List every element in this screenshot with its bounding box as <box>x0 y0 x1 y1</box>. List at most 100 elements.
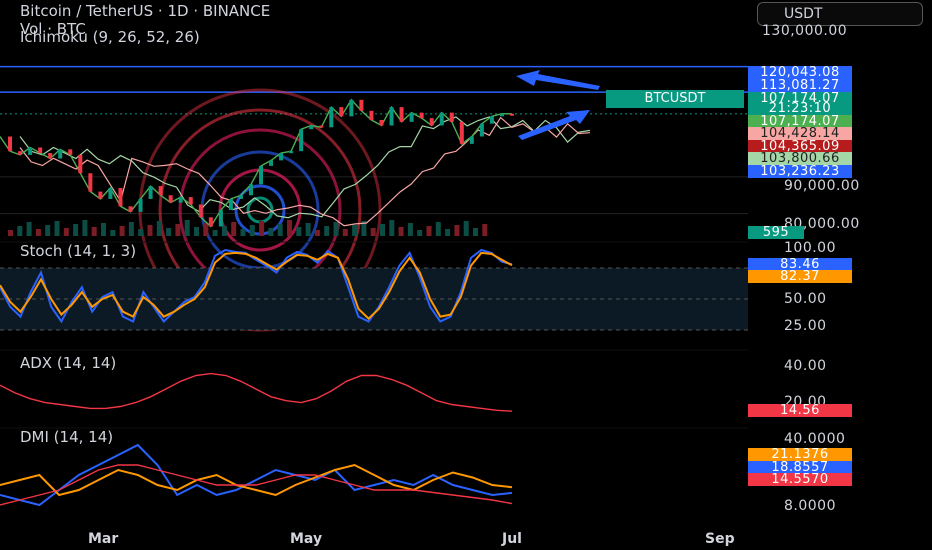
volume-bar <box>166 228 172 236</box>
candle <box>369 110 374 120</box>
volume-bar <box>82 220 88 236</box>
dmi-pane[interactable] <box>0 443 513 507</box>
volume-bar <box>156 221 162 236</box>
volume-bar <box>314 230 320 236</box>
adx-line <box>0 372 513 412</box>
stoch-label[interactable]: Stoch (14, 1, 3) <box>20 242 136 260</box>
candle <box>319 125 324 128</box>
volume-bar <box>445 229 451 236</box>
stoch-pane[interactable] <box>0 248 748 331</box>
candle <box>439 112 444 126</box>
chikou-line <box>0 98 513 228</box>
candle <box>259 165 264 185</box>
candle <box>108 187 113 199</box>
volume-bar <box>221 226 227 236</box>
candle <box>499 113 504 117</box>
adx-tick: 40.00 <box>784 358 827 374</box>
candle <box>188 197 193 205</box>
volume-bar <box>73 224 79 236</box>
candle <box>429 118 434 126</box>
candle <box>218 209 223 227</box>
volume-bar <box>8 230 13 236</box>
candle <box>339 107 344 117</box>
volume-bar <box>389 220 395 236</box>
volume-bar <box>101 223 106 236</box>
volume-bar <box>398 227 404 236</box>
candle <box>208 217 213 227</box>
candle <box>168 195 173 203</box>
volume-bar <box>324 226 330 236</box>
volume-bar <box>305 223 311 236</box>
time-tick: Mar <box>88 531 119 547</box>
candle <box>238 195 243 199</box>
volume-bar <box>54 221 60 236</box>
candle <box>419 112 424 119</box>
volume-bar <box>463 221 469 236</box>
dmi-minus-line <box>0 443 513 507</box>
volume-bar <box>63 228 69 236</box>
stoch-tick: 25.00 <box>784 318 827 334</box>
volume-bar <box>203 223 209 236</box>
candle <box>459 121 464 144</box>
candle <box>118 187 123 207</box>
candle <box>510 113 514 116</box>
candle <box>148 186 153 199</box>
dmi-tick: 8.0000 <box>784 498 836 514</box>
volume-bar <box>435 222 441 236</box>
time-tick: May <box>290 531 323 547</box>
volume-bar <box>296 227 302 236</box>
candle <box>98 191 103 199</box>
candle <box>18 151 23 155</box>
volume-bar <box>17 226 23 236</box>
stoch-d-tag: 82.37 <box>748 270 852 283</box>
volume-bar <box>426 226 432 236</box>
candle <box>469 136 474 144</box>
volume-bar <box>138 229 144 236</box>
candle <box>329 107 334 128</box>
adx-tag: 14.56 <box>748 404 852 417</box>
volume-tag: 595 <box>748 226 804 239</box>
candle <box>38 147 43 154</box>
candle <box>68 149 73 155</box>
candle <box>489 116 494 124</box>
candle <box>128 206 133 212</box>
dmi-tick: 40.0000 <box>784 431 846 447</box>
price-tag: 103,236.23 <box>748 165 852 178</box>
senkou-a-line <box>19 116 591 219</box>
volume-bar <box>454 225 460 236</box>
candle <box>359 99 364 111</box>
volume-bar <box>128 222 134 236</box>
candle <box>138 198 143 212</box>
ichimoku-label[interactable]: Ichimoku (9, 26, 52, 26) <box>20 28 200 46</box>
volume-bar <box>482 224 488 236</box>
candle <box>399 107 404 122</box>
adx-pane[interactable] <box>0 372 513 412</box>
adx-label[interactable]: ADX (14, 14) <box>20 354 116 372</box>
volume-bar <box>259 221 265 236</box>
candle <box>88 173 93 192</box>
candle <box>178 197 183 203</box>
dmi-adx-tag: 14.5570 <box>748 473 852 486</box>
volume-bar <box>380 224 385 236</box>
dmi-adx-line <box>0 464 513 506</box>
volume-bar <box>212 230 218 236</box>
candle <box>248 184 253 196</box>
dmi-label[interactable]: DMI (14, 14) <box>20 428 113 446</box>
time-tick: Jul <box>502 531 522 547</box>
candle <box>409 112 414 122</box>
candle <box>28 147 33 155</box>
price-tick: 90,000.00 <box>784 178 860 194</box>
volume-bar <box>194 227 199 236</box>
time-tick: Sep <box>705 531 735 547</box>
candle <box>449 112 454 122</box>
candle <box>379 119 384 126</box>
volume-bar <box>370 228 376 236</box>
volume-bar <box>249 225 255 236</box>
volume-bar <box>473 228 478 236</box>
volume-bar <box>110 230 116 236</box>
stoch-tick: 50.00 <box>784 291 827 307</box>
candle <box>58 149 63 159</box>
candle <box>8 136 13 152</box>
volume-bar <box>175 224 181 236</box>
stoch-tick: 100.00 <box>784 240 836 256</box>
